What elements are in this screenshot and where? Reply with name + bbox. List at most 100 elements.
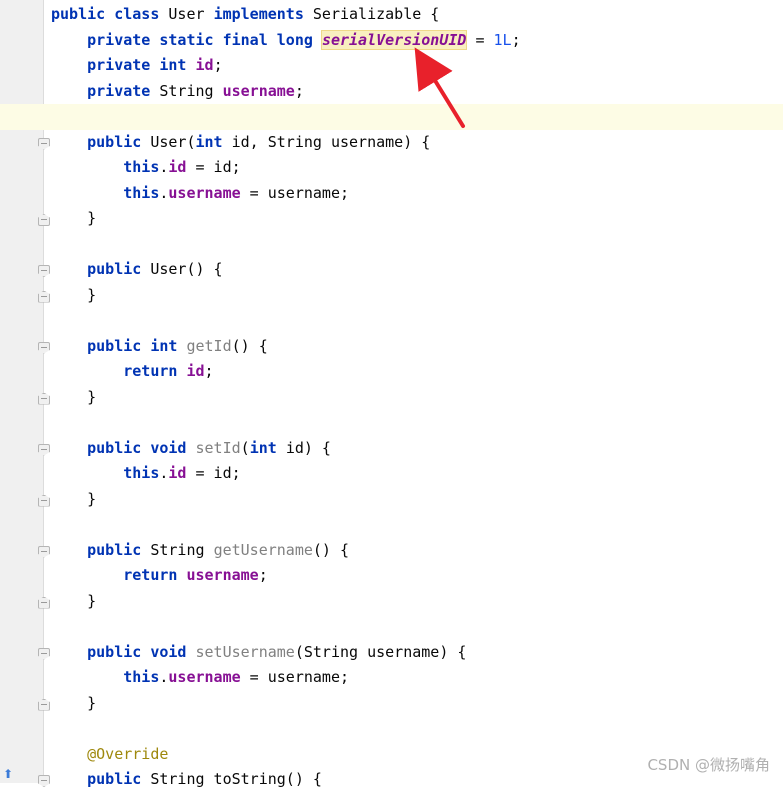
code-line[interactable]: } bbox=[0, 283, 783, 309]
code-line[interactable]: public int getId() { bbox=[0, 334, 783, 360]
code-line[interactable]: this.id = id; bbox=[0, 155, 783, 181]
code-line[interactable] bbox=[0, 614, 783, 640]
code-token: ; bbox=[213, 56, 223, 74]
code-token: = id; bbox=[186, 158, 241, 176]
code-line[interactable]: public String getUsername() { bbox=[0, 538, 783, 564]
override-gutter-icon[interactable]: ⬆ bbox=[3, 768, 15, 780]
code-token: getId bbox=[186, 336, 232, 355]
code-token: ( bbox=[240, 438, 250, 457]
code-text: public void setUsername(String username)… bbox=[51, 640, 466, 666]
code-token: Serializable { bbox=[312, 5, 440, 23]
code-line[interactable] bbox=[0, 232, 783, 258]
code-token: ; bbox=[258, 566, 268, 584]
code-text: public void setId(int id) { bbox=[51, 436, 331, 462]
code-line[interactable]: this.username = username; bbox=[0, 665, 783, 691]
code-line[interactable]: public void setId(int id) { bbox=[0, 436, 783, 462]
code-line[interactable]: } bbox=[0, 487, 783, 513]
code-line[interactable]: } bbox=[0, 385, 783, 411]
code-text: private String username; bbox=[51, 79, 304, 105]
code-text: this.username = username; bbox=[51, 181, 349, 207]
code-token: } bbox=[51, 387, 97, 406]
code-token: 1L bbox=[493, 30, 512, 49]
code-text: public User(int id, String username) { bbox=[51, 130, 430, 156]
code-token: String bbox=[159, 81, 223, 100]
code-text: this.id = id; bbox=[51, 155, 241, 181]
code-text: @Override bbox=[51, 742, 168, 768]
code-token: public void bbox=[87, 642, 196, 661]
code-token: = bbox=[466, 30, 494, 49]
code-line[interactable] bbox=[0, 410, 783, 436]
code-line[interactable] bbox=[0, 104, 783, 130]
code-line[interactable]: public User() { bbox=[0, 257, 783, 283]
code-token: private int bbox=[87, 56, 196, 74]
code-token: ; bbox=[294, 81, 304, 100]
code-line[interactable]: private int id; bbox=[0, 53, 783, 79]
code-token: return bbox=[123, 566, 187, 584]
code-token: username bbox=[222, 81, 295, 100]
code-token: (String username) { bbox=[294, 642, 467, 661]
code-text: public User() { bbox=[51, 257, 223, 283]
code-token: implements bbox=[213, 5, 313, 23]
code-token: @Override bbox=[87, 744, 169, 763]
code-text: this.id = id; bbox=[51, 461, 240, 487]
code-token: User() { bbox=[150, 260, 223, 278]
code-token: public bbox=[87, 132, 151, 151]
code-token: String toString() { bbox=[150, 770, 322, 788]
code-token: this bbox=[123, 464, 160, 482]
code-line[interactable]: public class User implements Serializabl… bbox=[0, 2, 783, 28]
code-token: id bbox=[168, 464, 187, 482]
code-line[interactable] bbox=[0, 716, 783, 742]
code-token: id, String username) { bbox=[231, 132, 431, 151]
code-line[interactable] bbox=[0, 512, 783, 538]
code-token: private static final long bbox=[87, 30, 322, 49]
code-line[interactable]: private static final long serialVersionU… bbox=[0, 28, 783, 54]
code-line[interactable]: } bbox=[0, 206, 783, 232]
code-token: = username; bbox=[240, 183, 350, 202]
code-text: private static final long serialVersionU… bbox=[51, 28, 521, 54]
code-line[interactable]: this.id = id; bbox=[0, 461, 783, 487]
code-token: ; bbox=[511, 30, 521, 49]
code-token: setUsername bbox=[195, 642, 295, 661]
code-text: } bbox=[51, 283, 96, 309]
code-token: username bbox=[168, 668, 241, 686]
code-token: this bbox=[123, 668, 160, 686]
code-line[interactable]: return username; bbox=[0, 563, 783, 589]
code-token: } bbox=[51, 209, 97, 227]
code-token: () { bbox=[231, 336, 268, 355]
code-text: public String getUsername() { bbox=[51, 538, 349, 564]
code-line[interactable]: public void setUsername(String username)… bbox=[0, 640, 783, 666]
code-token: private bbox=[87, 81, 160, 100]
code-token: ; bbox=[204, 362, 214, 380]
code-text: private int id; bbox=[51, 53, 223, 79]
code-line[interactable]: } bbox=[0, 589, 783, 615]
code-token: public bbox=[87, 770, 151, 788]
code-token: User( bbox=[150, 132, 196, 151]
code-text: } bbox=[51, 206, 96, 232]
code-line[interactable]: this.username = username; bbox=[0, 181, 783, 207]
watermark: CSDN @微扬嘴角 bbox=[647, 756, 770, 774]
code-text: return id; bbox=[51, 359, 214, 385]
code-token: id bbox=[168, 158, 187, 176]
code-line[interactable] bbox=[0, 308, 783, 334]
code-text: public int getId() { bbox=[51, 334, 268, 360]
code-text: } bbox=[51, 691, 96, 717]
code-line[interactable]: private String username; bbox=[0, 79, 783, 105]
code-line[interactable]: } bbox=[0, 691, 783, 717]
code-token: id bbox=[186, 362, 205, 380]
code-token: getUsername bbox=[213, 540, 313, 559]
code-line[interactable]: public User(int id, String username) { bbox=[0, 130, 783, 156]
code-line[interactable]: return id; bbox=[0, 359, 783, 385]
